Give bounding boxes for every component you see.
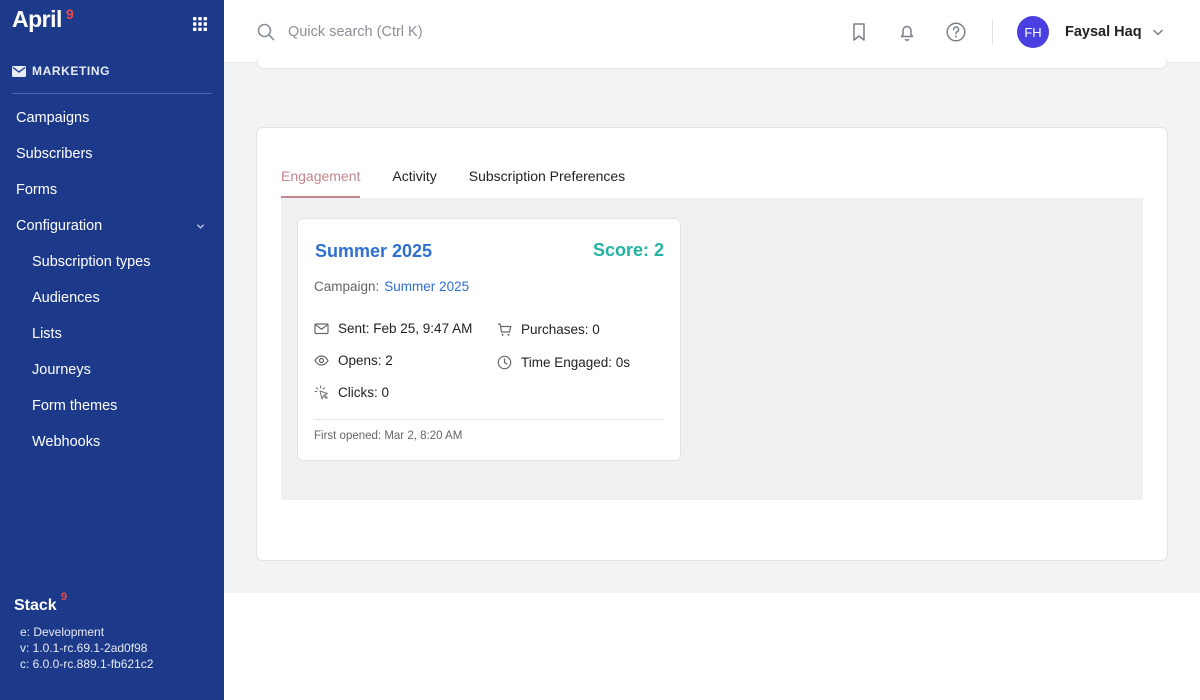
sidebar-item-subscribers[interactable]: Subscribers [0, 136, 224, 172]
stat-clicks: Clicks: 0 [314, 385, 389, 400]
stat-text: Opens: 2 [338, 353, 393, 368]
divider [992, 20, 993, 44]
sidebar-item-label: Journeys [32, 362, 91, 378]
sidebar-item-label: Lists [32, 326, 62, 342]
score-badge: Score: 2 [592, 240, 664, 260]
stat-opens: Opens: 2 [314, 353, 393, 368]
sidebar-item-label: Campaigns [16, 110, 90, 126]
engagement-card: Summer 2025 Score: 2 Campaign: Summer 202… [297, 218, 681, 461]
campaign-link[interactable]: Summer 2025 [384, 279, 469, 294]
sidebar-item-forms[interactable]: Forms [0, 172, 224, 208]
click-icon [314, 385, 328, 400]
apps-grid-icon[interactable] [193, 17, 207, 31]
previous-card [257, 59, 1167, 69]
sidebar-item-configuration[interactable]: Configuration [0, 208, 224, 244]
sidebar-item-label: Forms [16, 182, 58, 198]
stat-sent: Sent: Feb 25, 9:47 AM [314, 321, 472, 336]
brand-badge: 9 [66, 6, 74, 22]
stack-badge: 9 [61, 591, 68, 603]
card-title[interactable]: Summer 2025 [315, 241, 432, 262]
campaign-row: Campaign: Summer 2025 [314, 279, 469, 294]
sidebar: April 9 MARKETING Campaigns Subscribers F… [0, 0, 224, 700]
stack-name: Stack [14, 597, 57, 614]
sidebar-nav: Campaigns Subscribers Forms Configuratio… [0, 100, 224, 460]
tab-content: Summer 2025 Score: 2 Campaign: Summer 202… [281, 198, 1143, 500]
stat-time-engaged: Time Engaged: 0s [497, 355, 630, 370]
sidebar-item-subscription-types[interactable]: Subscription types [0, 244, 224, 280]
core-version-text: c: 6.0.0-rc.889.1-fb621c2 [20, 657, 154, 671]
version-text: v: 1.0.1-rc.69.1-2ad0f98 [20, 641, 148, 655]
search-input[interactable] [288, 20, 588, 44]
stat-text: Clicks: 0 [338, 385, 390, 400]
mail-icon [314, 323, 329, 335]
sidebar-item-label: Audiences [32, 290, 100, 306]
search-icon [257, 23, 275, 41]
avatar[interactable]: FH [1017, 16, 1049, 48]
tab-bar: Engagement Activity Subscription Prefere… [281, 160, 657, 198]
sidebar-item-label: Subscribers [16, 146, 93, 162]
env-text: e: Development [20, 625, 105, 639]
stack-logo: Stack 9 [14, 591, 67, 615]
sidebar-item-audiences[interactable]: Audiences [0, 280, 224, 316]
bell-icon[interactable] [896, 21, 918, 43]
stat-text: Purchases: 0 [521, 322, 600, 337]
tab-engagement[interactable]: Engagement [281, 160, 361, 198]
sidebar-item-label: Form themes [32, 398, 118, 414]
eye-icon [314, 355, 329, 366]
stat-text: Sent: Feb 25, 9:47 AM [338, 321, 473, 336]
user-name[interactable]: Faysal Haq [1065, 24, 1142, 40]
tab-subscription-preferences[interactable]: Subscription Preferences [469, 160, 625, 198]
sidebar-item-form-themes[interactable]: Form themes [0, 388, 224, 424]
stat-purchases: Purchases: 0 [497, 322, 600, 337]
campaign-label: Campaign: [314, 279, 380, 294]
chevron-down-icon[interactable] [1152, 27, 1164, 37]
help-icon[interactable] [945, 21, 967, 43]
divider [12, 93, 212, 94]
divider [314, 419, 664, 420]
sidebar-item-lists[interactable]: Lists [0, 316, 224, 352]
tab-activity[interactable]: Activity [392, 160, 436, 198]
stat-text: Time Engaged: 0s [521, 355, 631, 370]
engagement-panel: Engagement Activity Subscription Prefere… [256, 127, 1168, 561]
version-info: e: Development v: 1.0.1-rc.69.1-2ad0f98 … [20, 624, 153, 672]
first-opened-text: First opened: Mar 2, 8:20 AM [314, 430, 463, 442]
sidebar-item-label: Configuration [16, 218, 103, 234]
top-bar: FH Faysal Haq [224, 0, 1200, 63]
brand-name: April [12, 6, 62, 32]
cart-icon [498, 323, 512, 336]
sidebar-item-label: Subscription types [32, 254, 151, 270]
section-label: MARKETING [32, 64, 111, 78]
clock-icon [497, 355, 512, 370]
sidebar-item-webhooks[interactable]: Webhooks [0, 424, 224, 460]
section-marketing: MARKETING [12, 64, 110, 78]
sidebar-item-campaigns[interactable]: Campaigns [0, 100, 224, 136]
brand-logo[interactable]: April 9 [12, 6, 74, 33]
sidebar-item-label: Webhooks [32, 434, 101, 450]
mail-icon [12, 65, 26, 77]
main-content: Engagement Activity Subscription Prefere… [224, 59, 1200, 593]
bookmark-icon[interactable] [848, 21, 870, 43]
chevron-down-icon [196, 224, 205, 229]
sidebar-item-journeys[interactable]: Journeys [0, 352, 224, 388]
